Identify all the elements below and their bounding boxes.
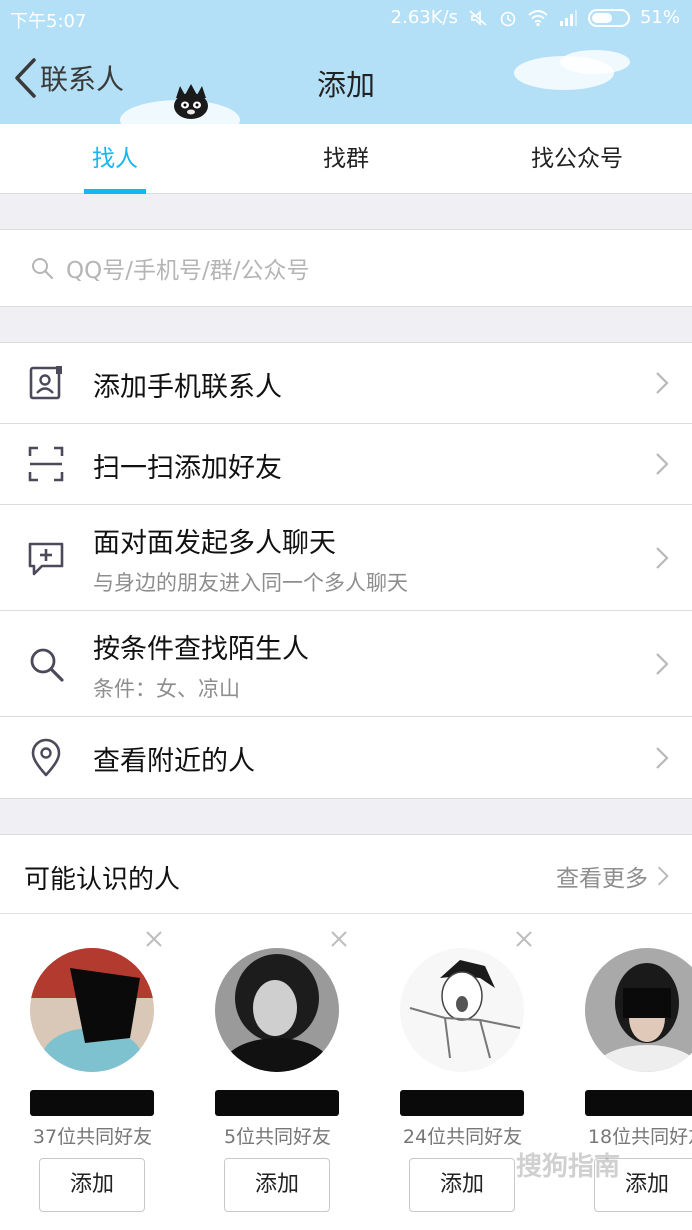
location-pin-icon (31, 738, 61, 776)
active-tab-indicator (84, 189, 146, 194)
option-label: 查看附近的人 (93, 746, 255, 777)
search-input[interactable]: QQ号/手机号/群/公众号 (0, 229, 692, 307)
close-icon[interactable] (513, 928, 535, 950)
name-redaction (215, 1090, 339, 1116)
header-bar: 下午5:07 2.63K/s 51% 联系人 添加 (0, 0, 692, 124)
tab-bar: 找人 找群 找公众号 (0, 124, 692, 194)
add-options-list: 添加手机联系人 扫一扫添加好友 面对面发起多人聊天 与身边的朋友进入同一个多人聊… (0, 342, 692, 799)
suggestions-title: 可能认识的人 (24, 865, 181, 895)
battery-percent: 51% (639, 7, 680, 28)
close-icon[interactable] (328, 928, 350, 950)
contact-card-icon (29, 366, 62, 400)
chat-plus-icon (28, 542, 64, 575)
avatar[interactable] (400, 948, 524, 1072)
scan-icon (28, 446, 64, 482)
see-more-label: 查看更多 (556, 866, 648, 892)
page-title: 添加 (316, 68, 375, 102)
see-more-link[interactable]: 查看更多 (556, 859, 670, 893)
signal-icon (559, 9, 577, 26)
status-bar: 下午5:07 2.63K/s 51% (0, 0, 692, 36)
search-placeholder: QQ号/手机号/群/公众号 (66, 258, 310, 284)
avatar[interactable] (30, 948, 154, 1072)
search-icon (32, 258, 54, 280)
suggestions-header: 可能认识的人 查看更多 (0, 834, 692, 914)
name-redaction (585, 1090, 692, 1116)
option-label: 扫一扫添加好友 (93, 453, 282, 484)
name-redaction (30, 1090, 154, 1116)
option-label: 添加手机联系人 (93, 372, 282, 403)
chevron-right-icon (656, 746, 669, 769)
search-icon (30, 648, 64, 682)
tab-label: 找人 (92, 146, 138, 172)
close-icon[interactable] (143, 928, 165, 950)
option-sublabel: 条件：女、凉山 (93, 677, 240, 701)
mutual-friends-count: 37位共同好友 (32, 1126, 153, 1148)
add-friend-button[interactable]: 添加 (39, 1158, 145, 1212)
tab-label: 找公众号 (531, 146, 623, 172)
add-friend-button[interactable]: 添加 (224, 1158, 330, 1212)
mutual-friends-count: 18位共同好友 (587, 1126, 692, 1148)
suggestion-card: 5位共同好友 添加 (185, 914, 370, 1230)
suggestion-card: 37位共同好友 添加 (0, 914, 185, 1230)
alarm-icon (500, 11, 516, 26)
option-people-nearby[interactable]: 查看附近的人 (0, 717, 692, 798)
mute-icon (469, 9, 487, 26)
tab-find-people[interactable]: 找人 (0, 124, 230, 194)
mutual-friends-count: 24位共同好友 (402, 1126, 523, 1148)
option-face-to-face-group[interactable]: 面对面发起多人聊天 与身边的朋友进入同一个多人聊天 (0, 505, 692, 611)
tab-label: 找群 (323, 146, 369, 172)
wifi-icon (528, 9, 548, 26)
battery-icon (587, 8, 630, 27)
chevron-right-icon (656, 372, 669, 394)
chevron-right-icon (656, 652, 669, 675)
tab-find-official-account[interactable]: 找公众号 (462, 124, 692, 194)
mutual-friends-count: 5位共同好友 (223, 1126, 332, 1148)
chevron-right-icon (656, 546, 669, 569)
network-speed: 2.63K/s (390, 7, 458, 28)
option-label: 按条件查找陌生人 (93, 634, 309, 665)
chevron-right-icon (657, 866, 669, 886)
avatar[interactable] (215, 948, 339, 1072)
option-find-strangers[interactable]: 按条件查找陌生人 条件：女、凉山 (0, 611, 692, 717)
tab-find-group[interactable]: 找群 (231, 124, 461, 194)
suggestions-carousel[interactable]: 37位共同好友 添加 5位共同好友 添加 24位共同好友 添加 18位共同好 添… (0, 914, 692, 1230)
watermark-logo: 搜狗指南 (516, 1152, 621, 1182)
add-friend-button[interactable]: 添加 (409, 1158, 515, 1212)
option-sublabel: 与身边的朋友进入同一个多人聊天 (93, 571, 408, 595)
status-time: 下午5:07 (10, 11, 87, 32)
chevron-right-icon (656, 453, 669, 475)
name-redaction (400, 1090, 524, 1116)
avatar[interactable] (585, 948, 692, 1072)
option-add-phone-contacts[interactable]: 添加手机联系人 (0, 343, 692, 424)
option-scan-add-friend[interactable]: 扫一扫添加好友 (0, 424, 692, 505)
option-label: 面对面发起多人聊天 (93, 528, 336, 559)
